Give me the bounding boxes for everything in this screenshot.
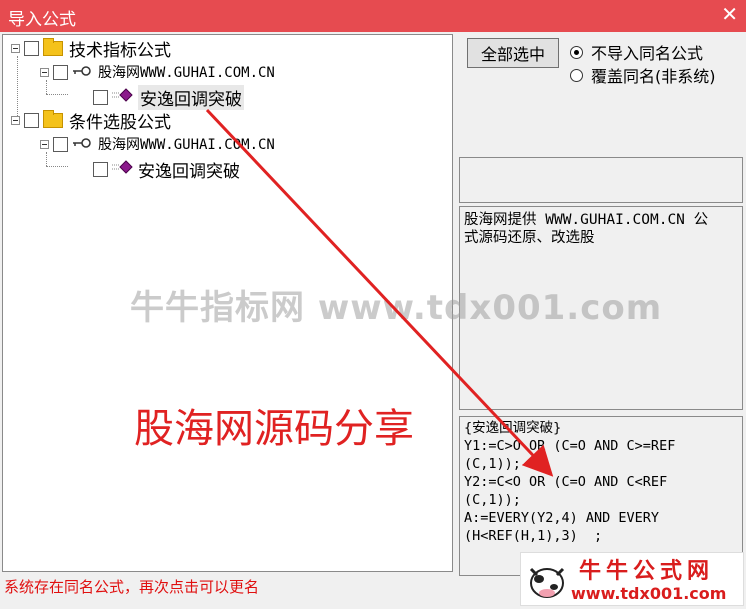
cow-icon xyxy=(529,567,565,598)
logo-title: 牛牛公式网 xyxy=(579,559,715,584)
site-logo: 牛牛公式网 www.tdx001.com xyxy=(520,552,744,606)
annotation-arrow xyxy=(205,108,554,477)
logo-url: www.tdx001.com xyxy=(571,584,727,603)
